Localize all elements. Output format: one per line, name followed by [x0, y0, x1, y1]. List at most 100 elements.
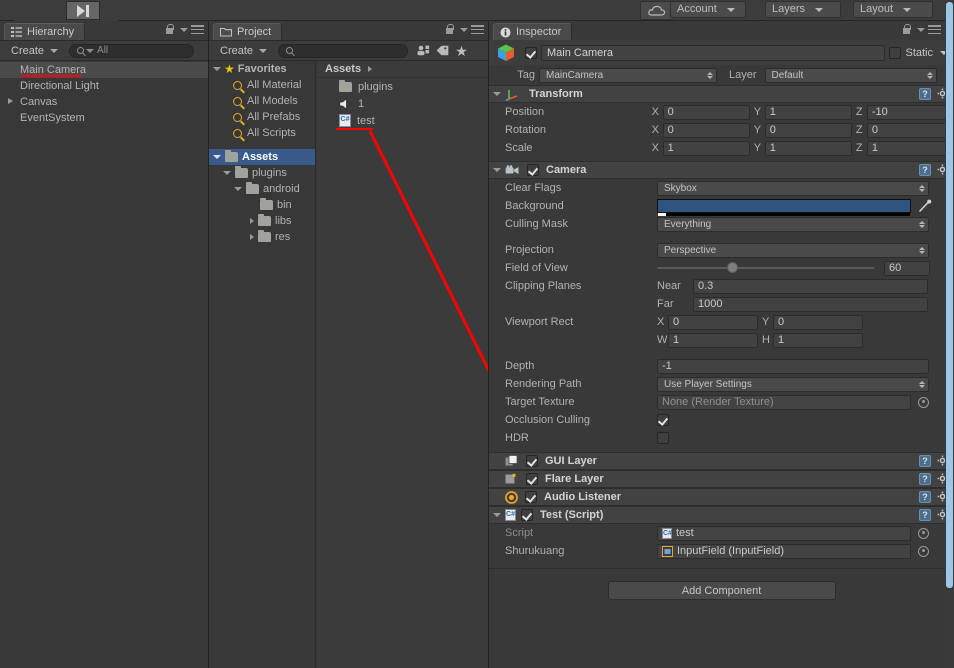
project-favorites-root[interactable]: ★ Favorites [209, 61, 315, 77]
expand-arrow-icon[interactable] [223, 171, 231, 175]
hierarchy-item-directional-light[interactable]: Directional Light [0, 78, 208, 94]
depth-input[interactable]: -1 [657, 358, 929, 374]
help-icon[interactable]: ? [919, 455, 931, 467]
rotation-x-input[interactable]: 0 [662, 122, 750, 138]
near-input[interactable]: 0.3 [693, 278, 928, 294]
help-icon[interactable]: ? [919, 491, 931, 503]
eyedropper-icon[interactable] [918, 199, 932, 213]
hierarchy-item-eventsystem[interactable]: EventSystem [0, 110, 208, 126]
tab-project[interactable]: Project [213, 23, 283, 40]
expand-arrow-icon[interactable] [213, 67, 221, 71]
filter-by-label-icon[interactable] [434, 43, 451, 58]
culling-mask-dropdown[interactable]: Everything [657, 216, 929, 232]
shurukuang-objectfield[interactable]: InputField (InputField) [657, 543, 911, 559]
expand-arrow-icon[interactable] [493, 92, 501, 96]
inspector-scrollbar[interactable] [945, 0, 954, 668]
asset-item-test[interactable]: test [317, 112, 488, 129]
component-header-audio-listener[interactable]: Audio Listener ? [489, 488, 954, 506]
step-button[interactable] [66, 1, 100, 20]
test-script-enabled-checkbox[interactable] [521, 509, 533, 521]
project-tree-libs[interactable]: libs [209, 213, 315, 229]
help-icon[interactable]: ? [919, 509, 931, 521]
project-menu-icon[interactable] [460, 25, 484, 34]
help-icon[interactable]: ? [919, 88, 931, 100]
object-name-input[interactable]: Main Camera [541, 44, 886, 61]
clear-flags-dropdown[interactable]: Skybox [657, 180, 929, 196]
tag-dropdown[interactable]: MainCamera [539, 67, 717, 83]
target-texture-objectfield[interactable]: None (Render Texture) [657, 394, 911, 410]
project-favorite-all-material[interactable]: All Material [209, 77, 315, 93]
occlusion-culling-checkbox[interactable] [657, 414, 669, 426]
help-icon[interactable]: ? [919, 473, 931, 485]
project-tree-res[interactable]: res [209, 229, 315, 245]
fov-input[interactable]: 60 [884, 260, 930, 276]
hierarchy-item-canvas[interactable]: Canvas [0, 94, 208, 110]
project-tree-assets[interactable]: Assets [209, 149, 315, 165]
project-favorite-all-models[interactable]: All Models [209, 93, 315, 109]
object-picker-icon[interactable] [918, 396, 929, 408]
help-icon[interactable]: ? [919, 164, 931, 176]
layer-dropdown[interactable]: Default [764, 67, 937, 83]
viewport-y-input[interactable]: 0 [773, 314, 863, 330]
fov-slider[interactable] [657, 262, 875, 273]
project-tree-plugins[interactable]: plugins [209, 165, 315, 181]
component-header-transform[interactable]: Transform ? [489, 85, 954, 103]
expand-arrow-icon[interactable] [250, 218, 254, 224]
expand-arrow-icon[interactable] [493, 168, 501, 172]
inspector-menu-icon[interactable] [917, 25, 941, 34]
project-favorite-all-prefabs[interactable]: All Prefabs [209, 109, 315, 125]
component-header-test-script[interactable]: Test (Script) ? [489, 506, 954, 524]
filter-by-type-icon[interactable] [415, 43, 432, 58]
camera-enabled-checkbox[interactable] [527, 164, 539, 176]
rotation-y-input[interactable]: 0 [764, 122, 852, 138]
position-z-input[interactable]: -10 [866, 104, 954, 120]
scale-z-input[interactable]: 1 [866, 140, 954, 156]
object-enabled-checkbox[interactable] [525, 46, 537, 59]
script-objectfield[interactable]: test [657, 525, 911, 541]
project-tree-android[interactable]: android [209, 181, 315, 197]
position-x-input[interactable]: 0 [662, 104, 750, 120]
rendering-path-dropdown[interactable]: Use Player Settings [657, 376, 929, 392]
expand-arrow-icon[interactable] [493, 513, 501, 517]
background-color-swatch[interactable] [657, 199, 911, 216]
project-create-button[interactable]: Create [215, 43, 272, 58]
favorites-star-icon[interactable]: ★ [453, 43, 470, 58]
lock-icon[interactable] [165, 24, 174, 35]
project-tree-bin[interactable]: bin [209, 197, 315, 213]
hdr-checkbox[interactable] [657, 432, 669, 444]
gui-layer-enabled-checkbox[interactable] [526, 455, 538, 467]
asset-item-plugins[interactable]: plugins [317, 78, 488, 95]
lock-icon[interactable] [445, 24, 454, 35]
rotation-z-input[interactable]: 0 [866, 122, 954, 138]
add-component-button[interactable]: Add Component [607, 581, 836, 600]
component-header-camera[interactable]: Camera ? [489, 161, 954, 179]
hierarchy-menu-icon[interactable] [180, 25, 204, 34]
hierarchy-create-button[interactable]: Create [6, 43, 63, 58]
expand-arrow-icon[interactable] [213, 155, 221, 159]
audio-listener-enabled-checkbox[interactable] [525, 491, 537, 503]
position-y-input[interactable]: 1 [764, 104, 852, 120]
account-button[interactable]: Account [670, 1, 746, 18]
project-favorite-all-scripts[interactable]: All Scripts [209, 125, 315, 141]
flare-layer-enabled-checkbox[interactable] [526, 473, 538, 485]
scale-y-input[interactable]: 1 [764, 140, 852, 156]
project-search-input[interactable] [278, 43, 409, 58]
layers-button[interactable]: Layers [765, 1, 841, 18]
object-picker-icon[interactable] [918, 527, 929, 539]
expand-arrow-icon[interactable] [234, 187, 242, 191]
tab-hierarchy[interactable]: Hierarchy [4, 23, 86, 40]
lock-icon[interactable] [902, 24, 911, 35]
layout-button[interactable]: Layout [853, 1, 933, 18]
expand-arrow-icon[interactable] [250, 234, 254, 240]
component-header-gui-layer[interactable]: GUI Layer ? [489, 452, 954, 470]
expand-arrow-icon[interactable] [8, 98, 13, 104]
object-picker-icon[interactable] [918, 545, 929, 557]
static-checkbox[interactable] [889, 46, 902, 59]
cloud-icon[interactable] [640, 1, 674, 20]
tab-inspector[interactable]: Inspector [493, 23, 573, 40]
viewport-w-input[interactable]: 1 [668, 332, 758, 348]
asset-item-1[interactable]: 1 [317, 95, 488, 112]
viewport-h-input[interactable]: 1 [773, 332, 863, 348]
far-input[interactable]: 1000 [693, 296, 928, 312]
hierarchy-search-input[interactable]: All [69, 43, 195, 58]
